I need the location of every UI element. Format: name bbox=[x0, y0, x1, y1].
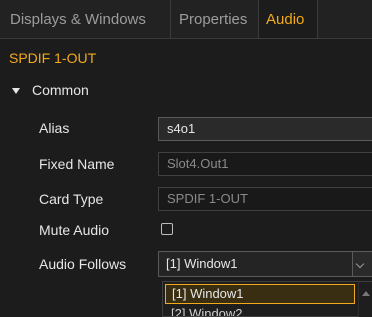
dropdown-option-window2[interactable]: [2] Window2 bbox=[165, 305, 355, 316]
group-common-header[interactable]: Common bbox=[12, 82, 89, 98]
tab-audio[interactable]: Audio bbox=[259, 0, 318, 38]
caret-down-icon[interactable] bbox=[12, 87, 20, 94]
audio-follows-label: Audio Follows bbox=[39, 256, 127, 272]
dropdown-scrollbar[interactable] bbox=[358, 282, 372, 317]
fixed-name-field: Slot4.Out1 bbox=[158, 152, 372, 176]
dropdown-option-window1[interactable]: [1] Window1 bbox=[165, 284, 355, 304]
mute-audio-label: Mute Audio bbox=[39, 222, 110, 238]
alias-label: Alias bbox=[39, 120, 70, 136]
card-type-field: SPDIF 1-OUT bbox=[158, 187, 372, 211]
section-title: SPDIF 1-OUT bbox=[9, 50, 97, 66]
tab-bar: Displays & Windows Properties Audio bbox=[0, 0, 372, 39]
audio-follows-select[interactable]: [1] Window1 bbox=[158, 251, 353, 277]
card-type-label: Card Type bbox=[39, 191, 104, 207]
mute-audio-checkbox[interactable] bbox=[161, 223, 173, 235]
fixed-name-label: Fixed Name bbox=[39, 156, 115, 172]
audio-properties-panel: Displays & Windows Properties Audio SPDI… bbox=[0, 0, 372, 317]
tab-properties[interactable]: Properties bbox=[171, 0, 259, 38]
audio-follows-dropdown-button[interactable] bbox=[352, 251, 372, 277]
audio-follows-dropdown-list: [1] Window1 [2] Window2 bbox=[162, 281, 372, 317]
scroll-up-arrow-icon[interactable] bbox=[362, 291, 370, 296]
chevron-down-icon bbox=[355, 259, 365, 269]
alias-input[interactable]: s4o1 bbox=[158, 117, 372, 141]
group-common-label: Common bbox=[32, 82, 89, 98]
tab-displays-windows[interactable]: Displays & Windows bbox=[0, 0, 171, 38]
